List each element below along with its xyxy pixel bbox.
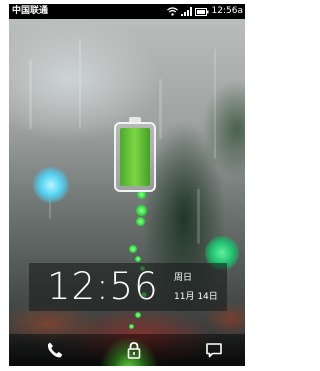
status-bar: 中国联通 12:56a	[9, 4, 245, 19]
clock-time: 12:56	[47, 265, 159, 308]
battery-body	[114, 122, 156, 192]
signal-icon	[180, 7, 192, 16]
phone-icon	[47, 342, 63, 358]
status-icons: 12:56a	[166, 4, 243, 19]
charging-battery-icon	[114, 117, 156, 192]
phone-button[interactable]	[45, 340, 65, 360]
battery-icon	[194, 7, 209, 16]
message-icon	[206, 343, 222, 358]
date-label: 11月 14日	[174, 292, 218, 302]
charge-dot	[129, 324, 134, 329]
carrier-label: 中国联通	[12, 6, 49, 16]
wifi-icon	[166, 7, 178, 16]
unlock-button[interactable]	[124, 340, 144, 360]
battery-fill-level	[120, 128, 150, 186]
message-button[interactable]	[204, 340, 224, 360]
charge-dot	[135, 256, 141, 262]
status-clock: 12:56a	[211, 6, 243, 16]
lock-icon	[127, 342, 141, 359]
clock-widget: 12:56 周日 11月 14日	[29, 263, 227, 311]
phone-screen: 中国联通 12:56a 12:56 周日 11月 14日	[9, 4, 245, 366]
lockscreen-dock	[9, 334, 245, 366]
blue-light-blob	[33, 167, 69, 203]
charge-dot	[136, 217, 145, 226]
charge-dot	[136, 205, 147, 216]
charge-dot	[135, 312, 141, 318]
charge-dot	[129, 245, 137, 253]
weekday-label: 周日	[174, 273, 193, 283]
